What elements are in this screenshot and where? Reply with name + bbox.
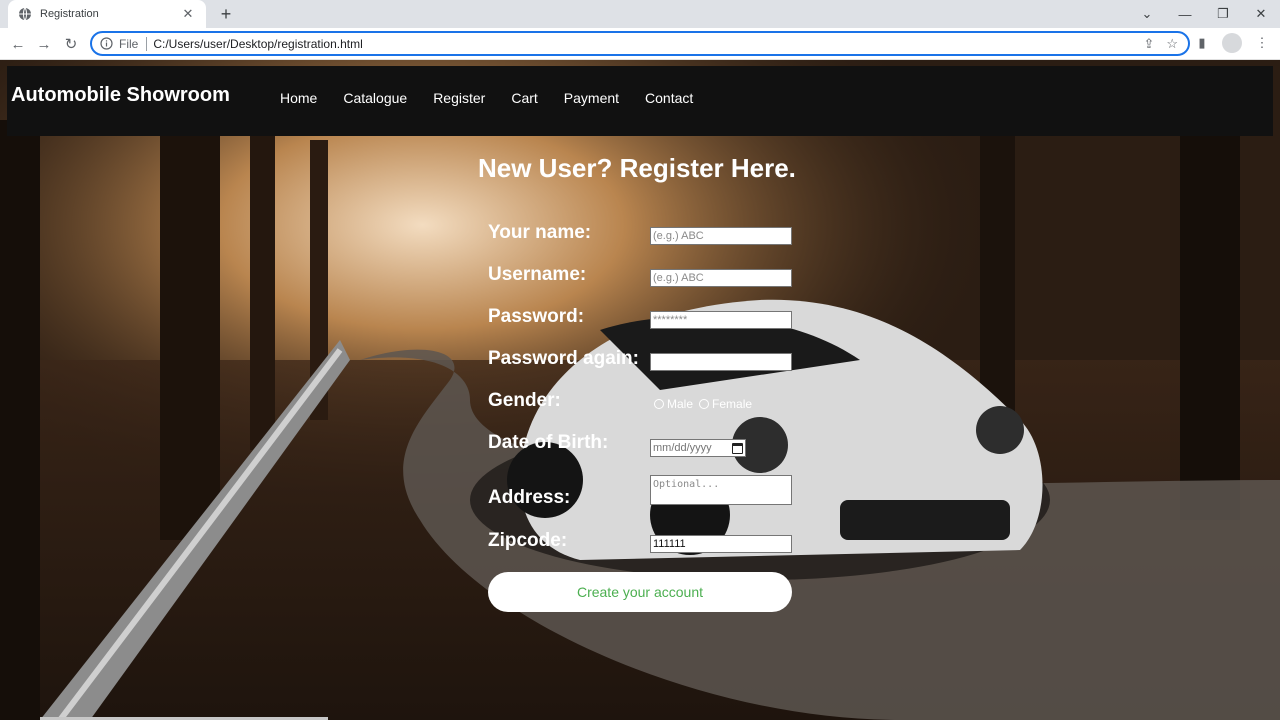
site-navbar: Automobile Showroom Home Catalogue Regis… [7, 66, 1273, 136]
address-bar[interactable]: File C:/Users/user/Desktop/registration.… [90, 31, 1190, 56]
forward-arrow-icon[interactable]: → [34, 34, 54, 54]
menu-kebab-icon[interactable]: ⋮ [1252, 32, 1272, 54]
new-tab-button[interactable]: + [216, 4, 236, 24]
gender-male-label: Male [667, 397, 694, 411]
username-label: Username: [488, 264, 587, 285]
create-account-button[interactable]: Create your account [488, 572, 792, 612]
browser-toolbar: ← → ↻ File C:/Users/user/Desktop/registr… [0, 28, 1280, 60]
nav-register[interactable]: Register [433, 90, 485, 106]
url-scheme: File [119, 36, 139, 51]
gender-male-option[interactable]: Male [654, 397, 693, 411]
reload-icon[interactable]: ↻ [61, 34, 81, 54]
calendar-icon[interactable] [732, 442, 743, 454]
site-brand[interactable]: Automobile Showroom [11, 84, 230, 107]
gender-female-label: Female [712, 397, 753, 411]
dob-label: Date of Birth: [488, 432, 609, 453]
restore-icon[interactable]: ❐ [1204, 0, 1242, 28]
radio-male[interactable] [654, 399, 664, 409]
nav-cart[interactable]: Cart [511, 90, 537, 106]
info-icon[interactable] [100, 37, 113, 50]
dob-placeholder: mm/dd/yyyy [653, 442, 712, 454]
url-divider [146, 36, 148, 51]
share-icon[interactable]: ⇪ [1143, 36, 1154, 52]
window-controls: ⌄ — ❐ ✕ [1128, 0, 1280, 28]
profile-avatar-icon[interactable] [1222, 33, 1242, 53]
username-input[interactable] [650, 269, 792, 287]
gender-options: Male Female [654, 397, 758, 411]
nav-payment[interactable]: Payment [564, 90, 619, 106]
minimize-icon[interactable]: — [1166, 0, 1204, 28]
url-text[interactable]: C:/Users/user/Desktop/registration.html [153, 37, 1143, 51]
name-label: Your name: [488, 222, 592, 243]
nav-contact[interactable]: Contact [645, 90, 693, 106]
tab-registration[interactable]: Registration ✕ [8, 0, 206, 28]
dob-input[interactable]: mm/dd/yyyy [650, 439, 746, 457]
gender-label: Gender: [488, 390, 561, 411]
radio-female[interactable] [699, 399, 710, 409]
tab-title: Registration [40, 8, 99, 20]
gender-female-option[interactable]: Female [699, 397, 752, 411]
nav-catalogue[interactable]: Catalogue [343, 90, 407, 106]
side-panel-icon[interactable]: ▮ [1192, 32, 1212, 54]
tab-strip: Registration ✕ + ⌄ — ❐ ✕ [0, 0, 1280, 28]
form-title: New User? Register Here. [478, 153, 796, 183]
bookmark-star-icon[interactable]: ☆ [1166, 36, 1178, 52]
address-textarea[interactable] [650, 475, 792, 505]
password-input[interactable] [650, 311, 792, 329]
tab-search-icon[interactable]: ⌄ [1128, 0, 1166, 28]
close-window-icon[interactable]: ✕ [1242, 0, 1280, 28]
password-again-label: Password again: [488, 348, 639, 369]
password-label: Password: [488, 306, 585, 327]
nav-links: Home Catalogue Register Cart Payment Con… [280, 90, 719, 106]
zipcode-input[interactable] [650, 535, 792, 553]
page-viewport: Automobile Showroom Home Catalogue Regis… [0, 60, 1280, 720]
address-label: Address: [488, 487, 571, 508]
nav-home[interactable]: Home [280, 90, 317, 106]
globe-icon [18, 7, 32, 21]
zipcode-label: Zipcode: [488, 530, 568, 551]
password-again-input[interactable] [650, 353, 792, 371]
name-input[interactable] [650, 227, 792, 245]
back-arrow-icon[interactable]: ← [8, 34, 28, 54]
tab-close-icon[interactable]: ✕ [180, 6, 196, 22]
